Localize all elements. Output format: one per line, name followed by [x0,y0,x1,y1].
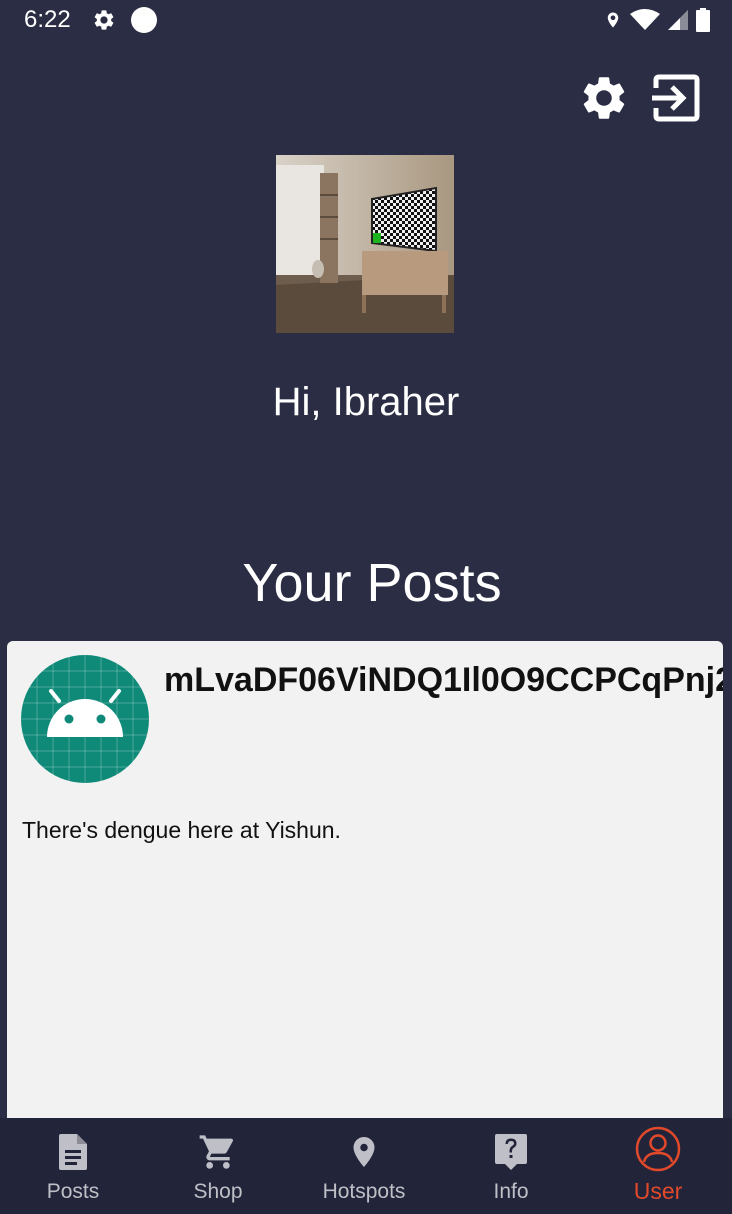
status-time: 6:22 [24,6,71,33]
help-icon [495,1134,527,1170]
nav-item-info[interactable]: Info [438,1118,584,1214]
avatar[interactable] [21,655,149,783]
nav-label-hotspots: Hotspots [322,1180,406,1203]
greeting: Hi, Ibraher [272,380,460,424]
profile-image [276,155,454,333]
location-pin-icon [353,1137,375,1167]
nav-label-user: User [633,1178,683,1204]
section-title: Your Posts [242,553,502,613]
nav-item-posts[interactable]: Posts [0,1118,146,1214]
battery-icon [696,8,710,32]
document-icon [59,1134,87,1170]
nav-label-posts: Posts [46,1180,100,1203]
status-right-icons [604,8,710,32]
signal-icon [668,10,688,30]
location-icon [607,12,619,28]
android-icon [21,655,149,783]
notification-dot-icon [131,7,157,33]
nav-item-shop[interactable]: Shop [145,1118,291,1214]
nav-item-hotspots[interactable]: Hotspots [291,1118,437,1214]
nav-item-user[interactable]: User [585,1118,731,1214]
nav-label-shop: Shop [193,1180,243,1203]
post-username: mLvaDF06ViNDQ1Il0O9CCPCqPnj2 [164,661,723,699]
settings-status-icon [94,10,114,30]
status-bar: 6:22 [0,0,732,40]
cart-icon [199,1135,234,1169]
logout-button[interactable] [650,74,700,122]
bottom-nav: Posts Shop Hotspots Info User [0,1118,732,1214]
post-content: There's dengue here at Yishun. [22,817,341,843]
wifi-icon [630,9,660,30]
post-card[interactable]: mLvaDF06ViNDQ1Il0O9CCPCqPnj2 There's den… [7,641,723,1121]
user-icon [635,1126,681,1172]
settings-button[interactable] [578,72,630,124]
nav-label-info: Info [493,1180,529,1203]
profile-photo[interactable] [276,155,454,333]
